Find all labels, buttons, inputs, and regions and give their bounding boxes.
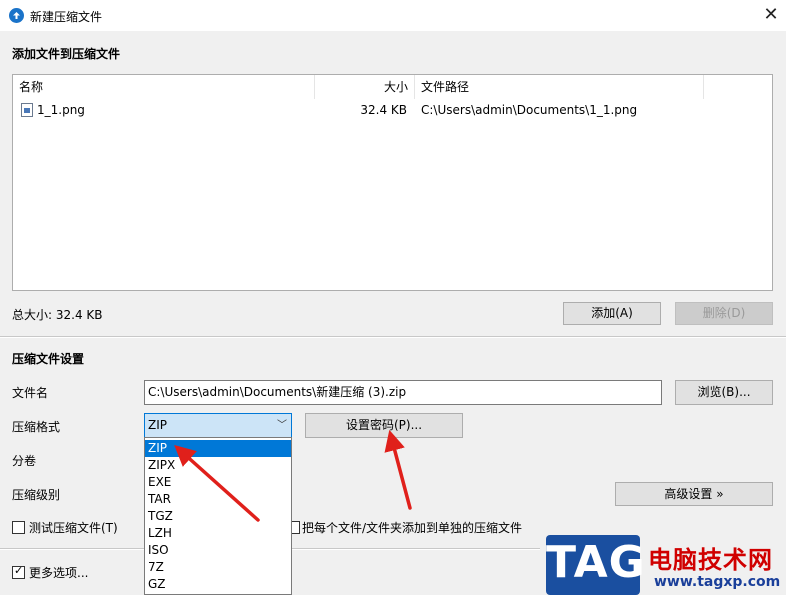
- close-button[interactable]: ✕: [759, 3, 783, 27]
- add-button[interactable]: 添加(A): [563, 302, 661, 325]
- total-size-label: 总大小: 32.4 KB: [12, 308, 103, 322]
- tag-logo: TAG: [546, 535, 646, 595]
- split-label: 分卷: [12, 454, 37, 468]
- column-header-filler: [704, 75, 772, 99]
- section-divider: [0, 336, 786, 338]
- format-select[interactable]: ZIP ﹀: [144, 413, 292, 438]
- format-option[interactable]: ZIPX: [145, 457, 291, 474]
- file-path: C:\Users\admin\Documents\1_1.png: [421, 103, 638, 117]
- tag-logo-text: TAG: [546, 537, 646, 588]
- image-file-icon: [21, 103, 33, 117]
- format-option[interactable]: TGZ: [145, 508, 291, 525]
- filename-input[interactable]: C:\Users\admin\Documents\新建压缩 (3).zip: [144, 380, 662, 405]
- arrow-to-password-button: [384, 429, 412, 510]
- format-option[interactable]: GZ: [145, 576, 291, 593]
- files-section-heading: 添加文件到压缩文件: [12, 47, 121, 61]
- format-option[interactable]: ZIP: [145, 440, 291, 457]
- test-archive-label[interactable]: 测试压缩文件(T): [29, 519, 118, 536]
- watermark-url: www.tagxp.com: [654, 574, 781, 590]
- settings-section-heading: 压缩文件设置: [12, 352, 85, 366]
- file-name: 1_1.png: [37, 103, 85, 117]
- file-list[interactable]: 名称 大小 文件路径 1_1.png 32.4 KB C:\Users\admi…: [12, 74, 773, 291]
- column-header-size[interactable]: 大小: [315, 75, 415, 99]
- column-header-name[interactable]: 名称: [13, 75, 315, 99]
- watermark-site-name: 电脑技术网: [648, 546, 773, 574]
- delete-button[interactable]: 删除(D): [675, 302, 773, 325]
- column-header-path[interactable]: 文件路径: [415, 75, 704, 99]
- format-option[interactable]: EXE: [145, 474, 291, 491]
- compression-level-label: 压缩级别: [12, 488, 61, 502]
- advanced-settings-button[interactable]: 高级设置 »: [615, 482, 773, 506]
- separate-archives-label[interactable]: 把每个文件/文件夹添加到单独的压缩文件: [302, 519, 522, 536]
- format-label: 压缩格式: [12, 420, 61, 434]
- set-password-button[interactable]: 设置密码(P)...: [305, 413, 463, 438]
- title-bar: [0, 0, 786, 31]
- file-size: 32.4 KB: [360, 103, 407, 117]
- format-option[interactable]: TAR: [145, 491, 291, 508]
- format-option[interactable]: 7Z: [145, 559, 291, 576]
- format-dropdown-list[interactable]: ZIP ZIPX EXE TAR TGZ LZH ISO 7Z GZ: [144, 437, 292, 595]
- app-logo-icon: [9, 8, 24, 23]
- window-title: 新建压缩文件: [30, 10, 103, 24]
- filename-label: 文件名: [12, 386, 49, 400]
- format-option[interactable]: ISO: [145, 542, 291, 559]
- file-row[interactable]: 1_1.png 32.4 KB C:\Users\admin\Documents…: [13, 99, 772, 121]
- format-option[interactable]: LZH: [145, 525, 291, 542]
- more-options-checkbox[interactable]: [12, 564, 25, 579]
- file-list-header: 名称 大小 文件路径: [13, 75, 772, 100]
- chevron-down-icon[interactable]: ﹀: [277, 414, 287, 437]
- test-archive-checkbox[interactable]: [12, 521, 25, 534]
- format-selected-value: ZIP: [148, 418, 167, 432]
- more-options-label[interactable]: 更多选项...: [29, 564, 88, 581]
- browse-button[interactable]: 浏览(B)...: [675, 380, 773, 405]
